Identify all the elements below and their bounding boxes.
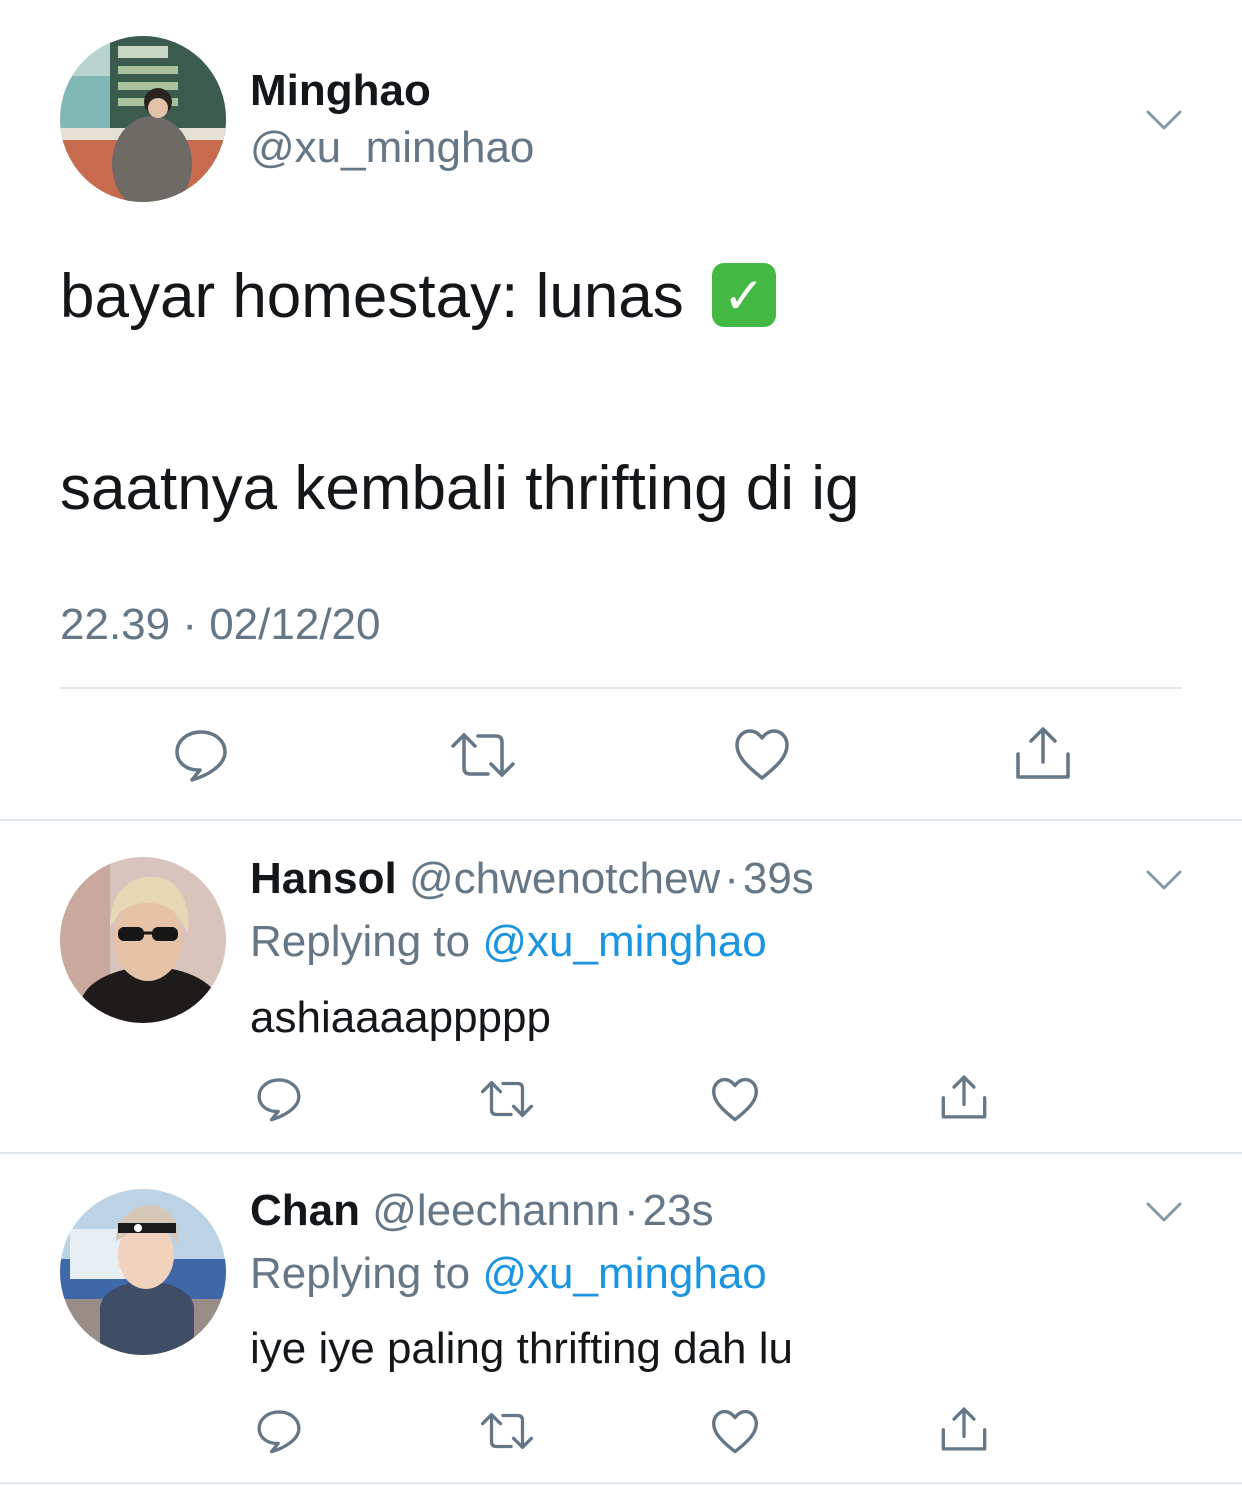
reply-icon[interactable]: [255, 1407, 303, 1455]
reply-text: iye iye paling thrifting dah lu: [250, 1324, 793, 1373]
replying-to-handle-link[interactable]: @xu_minghao: [482, 917, 766, 966]
share-icon[interactable]: [940, 1073, 988, 1121]
chevron-down-icon[interactable]: [1144, 864, 1184, 894]
retweet-icon[interactable]: [450, 728, 516, 782]
divider: [0, 1482, 1242, 1484]
svg-text:✓: ✓: [723, 267, 765, 325]
separator: ·: [623, 1186, 639, 1235]
avatar[interactable]: [60, 1189, 226, 1355]
tweet-text: bayar homestay: lunas: [60, 262, 684, 331]
relative-time[interactable]: 23s: [643, 1186, 714, 1235]
separator: ·: [724, 854, 739, 903]
like-icon[interactable]: [734, 728, 790, 782]
display-name[interactable]: Hansol: [250, 854, 397, 903]
chevron-down-icon[interactable]: [1144, 1196, 1184, 1226]
replying-to-label: Replying to: [250, 1249, 471, 1298]
avatar[interactable]: [60, 857, 226, 1023]
retweet-icon[interactable]: [480, 1409, 534, 1453]
check-mark-icon: ✓: [709, 260, 779, 330]
reply-header: Hansol @chwenotchew·39s: [250, 853, 814, 905]
replying-to: Replying to @xu_minghao: [250, 916, 767, 968]
share-icon[interactable]: [940, 1405, 988, 1453]
replying-to: Replying to @xu_minghao: [250, 1248, 767, 1300]
like-icon[interactable]: [711, 1077, 759, 1123]
display-name[interactable]: Minghao: [250, 66, 431, 116]
divider: [60, 687, 1182, 689]
display-name[interactable]: Chan: [250, 1186, 360, 1235]
chevron-down-icon[interactable]: [1144, 104, 1184, 134]
user-handle[interactable]: @leechannn: [372, 1186, 620, 1235]
relative-time[interactable]: 39s: [743, 854, 814, 903]
divider: [0, 1152, 1242, 1154]
reply-icon[interactable]: [255, 1075, 303, 1123]
like-icon[interactable]: [711, 1409, 759, 1455]
reply-icon[interactable]: [172, 726, 230, 784]
replying-to-handle-link[interactable]: @xu_minghao: [482, 1249, 766, 1298]
share-icon[interactable]: [1014, 724, 1072, 782]
reply-text: ashiaaaappppp: [250, 993, 551, 1042]
divider: [0, 819, 1242, 821]
retweet-icon[interactable]: [480, 1077, 534, 1121]
tweet-timestamp[interactable]: 22.39 · 02/12/20: [60, 600, 380, 650]
reply-header: Chan @leechannn·23s: [250, 1185, 714, 1237]
tweet-text-line-2: saatnya kembali thrifting di ig: [60, 454, 860, 523]
avatar[interactable]: [60, 36, 226, 202]
tweet-text-line-1: bayar homestay: lunas ✓: [60, 262, 779, 336]
replying-to-label: Replying to: [250, 917, 471, 966]
user-handle[interactable]: @chwenotchew: [409, 854, 720, 903]
user-handle[interactable]: @xu_minghao: [250, 123, 534, 173]
